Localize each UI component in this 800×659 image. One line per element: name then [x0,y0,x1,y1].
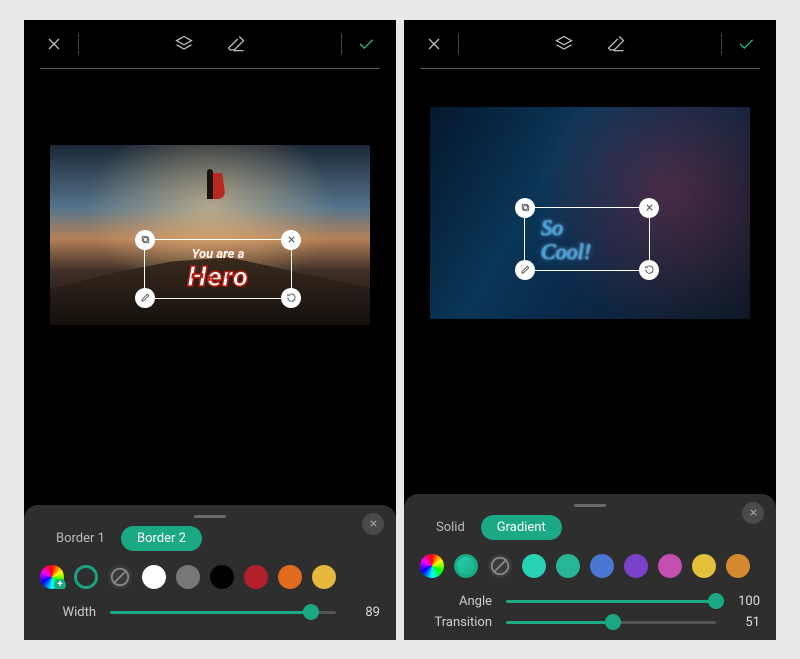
slider-value: 100 [730,594,760,609]
canvas-area: You are a Hero [24,69,396,505]
editor-screen-right: So Cool! [404,20,776,640]
color-swatches [420,554,760,578]
divider [458,33,459,55]
slider-thumb[interactable] [708,593,724,609]
layers-icon[interactable] [170,30,198,58]
rotate-handle-icon[interactable] [281,288,301,308]
color-swatch[interactable] [142,565,166,589]
slider-label: Width [40,605,96,620]
panel-close-icon[interactable] [742,502,764,524]
color-swatch[interactable] [312,565,336,589]
text-line-1: So [535,216,639,239]
color-swatch-selected[interactable] [74,565,98,589]
slider-track[interactable] [506,621,716,624]
delete-handle-icon[interactable] [639,198,659,218]
tabs: Border 1 Border 2 [40,526,380,551]
color-swatch[interactable] [244,565,268,589]
color-swatch[interactable] [210,565,234,589]
color-picker-icon[interactable] [420,554,444,578]
options-panel: Border 1 Border 2 Width [24,505,396,640]
editor-screen-left: You are a Hero [24,20,396,640]
color-swatch[interactable] [624,554,648,578]
color-swatch[interactable] [522,554,546,578]
eraser-icon[interactable] [602,30,630,58]
divider [78,33,79,55]
duplicate-handle-icon[interactable] [515,198,535,218]
slider-transition: Transition 51 [420,615,760,630]
duplicate-handle-icon[interactable] [135,230,155,250]
slider-angle: Angle 100 [420,594,760,609]
panel-close-icon[interactable] [362,513,384,535]
hero-figure [200,163,220,203]
top-toolbar [404,20,776,68]
edit-handle-icon[interactable] [515,260,535,280]
edit-handle-icon[interactable] [135,288,155,308]
confirm-icon[interactable] [732,30,760,58]
color-swatch[interactable] [726,554,750,578]
delete-handle-icon[interactable] [281,230,301,250]
panel-grip[interactable] [574,504,606,507]
color-none-icon[interactable] [108,565,132,589]
color-none-icon[interactable] [488,554,512,578]
color-swatch[interactable] [692,554,716,578]
layers-icon[interactable] [550,30,578,58]
color-swatches [40,565,380,589]
color-swatch[interactable] [556,554,580,578]
slider-value: 89 [350,605,380,620]
text-box[interactable]: You are a Hero [144,239,292,299]
slider-label: Angle [420,594,492,609]
color-picker-icon[interactable] [40,565,64,589]
slider-track[interactable] [506,600,716,603]
rotate-handle-icon[interactable] [639,260,659,280]
preview-image[interactable]: You are a Hero [50,145,370,325]
color-swatch[interactable] [278,565,302,589]
divider [721,33,722,55]
color-swatch-selected[interactable] [454,554,478,578]
color-swatch[interactable] [658,554,682,578]
close-icon[interactable] [420,30,448,58]
confirm-icon[interactable] [352,30,380,58]
color-swatch[interactable] [590,554,614,578]
text-line-2: Hero [188,260,249,293]
text-box[interactable]: So Cool! [524,207,650,271]
panel-grip[interactable] [194,515,226,518]
slider-thumb[interactable] [303,604,319,620]
canvas-area: So Cool! [404,69,776,494]
slider-track[interactable] [110,611,336,614]
eraser-icon[interactable] [222,30,250,58]
tab-border-1[interactable]: Border 1 [40,526,121,551]
slider-thumb[interactable] [605,614,621,630]
slider-width: Width 89 [40,605,380,620]
divider [341,33,342,55]
text-line-2: Cool! [535,240,639,263]
slider-value: 51 [730,615,760,630]
close-icon[interactable] [40,30,68,58]
top-toolbar [24,20,396,68]
options-panel: Solid Gradient Angle [404,494,776,640]
slider-label: Transition [420,615,492,630]
preview-image[interactable]: So Cool! [430,107,750,319]
tab-gradient[interactable]: Gradient [481,515,562,540]
color-swatch[interactable] [176,565,200,589]
tab-solid[interactable]: Solid [420,515,481,540]
tab-border-2[interactable]: Border 2 [121,526,202,551]
tabs: Solid Gradient [420,515,760,540]
